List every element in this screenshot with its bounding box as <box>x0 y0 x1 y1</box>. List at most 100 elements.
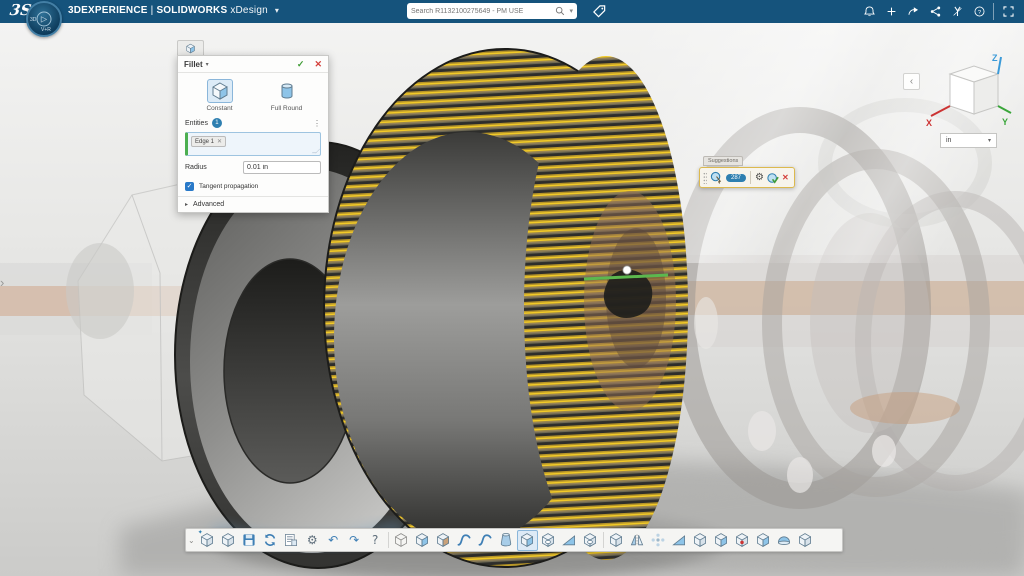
radius-input[interactable] <box>243 161 321 174</box>
tangent-propagation-label: Tangent propagation <box>199 183 258 190</box>
add-icon[interactable] <box>883 3 900 20</box>
open-part-button[interactable] <box>218 530 239 551</box>
divider <box>750 171 751 184</box>
revolve-button[interactable] <box>433 530 454 551</box>
viewport-3d-scene[interactable] <box>0 23 1024 576</box>
community-icon[interactable] <box>927 3 944 20</box>
3d-viewport[interactable]: › <box>0 23 1024 576</box>
spline-sweep-button[interactable] <box>475 530 496 551</box>
view-back-button[interactable]: ‹ <box>903 73 920 90</box>
suggestions-popup: Suggestions 287 ⚙ ✕ <box>699 149 795 188</box>
move-face-button[interactable] <box>690 530 711 551</box>
help-button[interactable]: ? <box>365 530 386 551</box>
view-cube[interactable]: Z X Y <box>922 52 1012 136</box>
edge-selection-handle[interactable] <box>623 266 631 274</box>
app-switcher-chevron-icon[interactable]: ▾ <box>275 6 279 15</box>
sync-button[interactable] <box>260 530 281 551</box>
search-scope-chevron-icon[interactable]: ▾ <box>569 7 573 15</box>
confirm-button[interactable]: ✓ <box>297 59 305 70</box>
search-input[interactable] <box>411 8 555 15</box>
units-value: in <box>946 137 951 144</box>
app-title[interactable]: 3DEXPERIENCE | SOLIDWORKS xDesign ▾ <box>68 5 279 16</box>
entities-count-badge: 1 <box>212 118 222 128</box>
dialog-title-chevron-icon[interactable]: ▾ <box>206 61 209 68</box>
redo-button[interactable]: ↷ <box>344 530 365 551</box>
toolbar-divider <box>603 532 604 548</box>
compass-play-icon: ▷ <box>37 12 52 27</box>
primitive-button[interactable] <box>391 530 412 551</box>
selection-chip-label: Edge 1 <box>195 139 214 145</box>
option-label: Constant <box>206 105 232 112</box>
settings-button[interactable]: ⚙ <box>302 530 323 551</box>
fillet-dialog-tab[interactable] <box>177 40 204 55</box>
split-button[interactable] <box>753 530 774 551</box>
suggestion-select-icon[interactable] <box>710 171 723 184</box>
selection-chip[interactable]: Edge 1 ✕ <box>191 136 226 147</box>
new-part-button[interactable]: ✦ <box>197 530 218 551</box>
suggestions-title: Suggestions <box>703 156 743 166</box>
resize-handle[interactable] <box>312 149 320 153</box>
advanced-label: Advanced <box>193 201 224 208</box>
remove-selection-icon[interactable]: ✕ <box>217 138 222 145</box>
axis-x-label: X <box>926 118 932 128</box>
compass-west-label: 3D <box>30 17 36 23</box>
fillet-button[interactable] <box>517 530 538 551</box>
toolbar-divider <box>388 532 389 548</box>
undo-button[interactable]: ↶ <box>323 530 344 551</box>
entities-selection-box[interactable]: Edge 1 ✕ <box>185 132 321 156</box>
shell-button[interactable] <box>580 530 601 551</box>
copy-body-button[interactable] <box>711 530 732 551</box>
topbar-action-icons: ? <box>861 0 1016 23</box>
units-dropdown[interactable]: in ▾ <box>940 133 997 148</box>
fillet-type-constant[interactable]: Constant <box>191 79 249 112</box>
drag-handle[interactable] <box>703 172 707 184</box>
toolbar-collapse-icon[interactable]: ⌄ <box>188 536 195 545</box>
brand-separator: | <box>151 5 154 16</box>
gear-model[interactable] <box>324 49 688 567</box>
full-round-fillet-icon <box>274 79 300 103</box>
tag-icon[interactable] <box>592 4 607 19</box>
product-name: SOLIDWORKS <box>156 5 227 16</box>
entities-menu-icon[interactable]: ⋮ <box>313 119 321 128</box>
suggestions-toolbar: 287 ⚙ ✕ <box>699 167 795 188</box>
cancel-button[interactable]: ✕ <box>314 59 322 70</box>
units-chevron-icon: ▾ <box>988 137 991 144</box>
close-suggestions-icon[interactable]: ✕ <box>782 173 789 182</box>
constant-fillet-icon <box>207 79 233 103</box>
fullscreen-icon[interactable] <box>993 3 1016 20</box>
search-icon[interactable] <box>555 6 565 16</box>
advanced-expand-icon: ▸ <box>185 201 188 208</box>
dome-button[interactable] <box>774 530 795 551</box>
mirror-button[interactable] <box>627 530 648 551</box>
fillet-type-full-round[interactable]: Full Round <box>258 79 316 112</box>
sweep-button[interactable] <box>454 530 475 551</box>
left-panel-expand-icon[interactable]: › <box>0 275 4 290</box>
suggestion-count-badge: 287 <box>726 174 746 182</box>
assistant-icon[interactable] <box>949 3 966 20</box>
accept-suggestions-icon[interactable] <box>767 172 779 184</box>
3dexperience-compass[interactable]: ▷ 3D V+R <box>26 1 62 37</box>
wrap-button[interactable] <box>606 530 627 551</box>
notifications-icon[interactable] <box>861 3 878 20</box>
properties-button[interactable] <box>281 530 302 551</box>
search-bar[interactable]: ▾ <box>407 3 577 19</box>
share-icon[interactable] <box>905 3 922 20</box>
loft-button[interactable] <box>496 530 517 551</box>
rib-button[interactable] <box>669 530 690 551</box>
fillet-dialog: Fillet ▾ ✓ ✕ Constant Full Round Entitie… <box>177 40 329 213</box>
tangent-propagation-checkbox[interactable]: ✓ <box>185 182 194 191</box>
bottom-toolbar: ⌄ ✦ ⚙↶↷? <box>185 528 843 552</box>
hole-button[interactable] <box>732 530 753 551</box>
chamfer-button[interactable] <box>538 530 559 551</box>
combine-button[interactable] <box>795 530 816 551</box>
suggestion-settings-icon[interactable]: ⚙ <box>755 173 764 183</box>
draft-button[interactable] <box>559 530 580 551</box>
help-icon[interactable]: ? <box>971 3 988 20</box>
save-button[interactable] <box>239 530 260 551</box>
circular-pattern-button[interactable] <box>648 530 669 551</box>
advanced-section-toggle[interactable]: ▸ Advanced <box>178 196 328 212</box>
entities-label: Entities <box>185 120 208 127</box>
axis-z-label: Z <box>992 53 998 63</box>
extrude-button[interactable] <box>412 530 433 551</box>
dialog-title: Fillet <box>184 60 203 69</box>
